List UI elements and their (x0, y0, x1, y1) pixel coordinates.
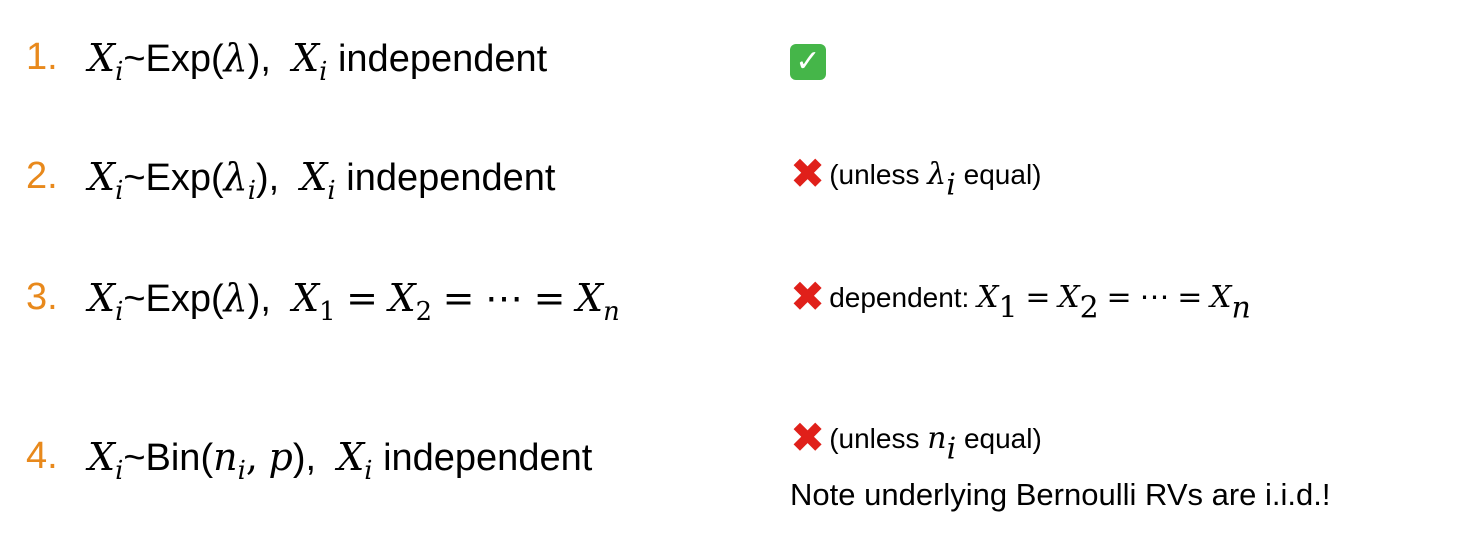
item-verdict: ✖ dependent: X1 = X2 = ⋯ = Xn (790, 272, 1251, 326)
item-verdict: ✖ (unless λi equal) (790, 149, 1042, 203)
item-verdict: ✓ (790, 44, 826, 80)
list-item-3: 3. Xi~Exp(λ), X1 = X2 = ⋯ = Xn ✖ dependen… (0, 272, 1482, 336)
item-number: 3. (26, 276, 58, 318)
cross-mark-icon: ✖ (790, 149, 826, 198)
item-formula: Xi~Exp(λ), X1 = X2 = ⋯ = Xn (88, 276, 620, 328)
item-formula: Xi~Exp(λ), Xi independent (88, 36, 548, 88)
item-number: 4. (26, 435, 58, 477)
list-item-1: 1. Xi~Exp(λ), Xi independent ✓ (0, 36, 1482, 96)
item-number: 2. (26, 155, 58, 197)
check-mark-icon: ✓ (790, 44, 826, 80)
item-formula: Xi~Bin(ni, p), Xi independent (88, 435, 593, 487)
list-item-4: 4. Xi~Bin(ni, p), Xi independent ✖ (unles… (0, 413, 1482, 512)
verdict-note: dependent: X1 = X2 = ⋯ = Xn (829, 280, 1251, 326)
list-item-2: 2. Xi~Exp(λi), Xi independent ✖ (unless λ… (0, 149, 1482, 215)
verdict-note: (unless λi equal) (829, 157, 1042, 203)
item-formula: Xi~Exp(λi), Xi independent (88, 155, 556, 207)
verdict-note: (unless ni equal) (829, 421, 1042, 467)
cross-mark-icon: ✖ (790, 413, 826, 462)
cross-mark-icon: ✖ (790, 272, 826, 321)
item-verdict: ✖ (unless ni equal) (790, 413, 1042, 467)
item-number: 1. (26, 36, 58, 78)
verdict-note-line2: Note underlying Bernoulli RVs are i.i.d.… (790, 477, 1331, 512)
